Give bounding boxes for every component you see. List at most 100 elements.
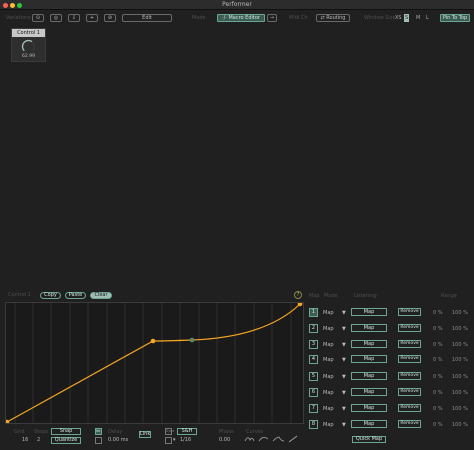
map-button[interactable]: Map xyxy=(351,420,387,428)
clear-button[interactable]: Clear xyxy=(90,292,112,299)
mapping-number-button[interactable]: 4 xyxy=(309,355,318,364)
range-max[interactable]: 100 % xyxy=(452,390,468,396)
rate-icon[interactable] xyxy=(165,437,172,444)
remove-button[interactable]: Remove xyxy=(398,372,421,380)
size-l-button[interactable]: L xyxy=(426,15,429,21)
rate-arrow-icon[interactable]: ▾ xyxy=(173,437,176,443)
curve-graph[interactable] xyxy=(5,302,304,424)
mapping-mode-select[interactable]: Map xyxy=(323,422,334,428)
delay-value[interactable]: 0.00 ms xyxy=(108,437,128,443)
mapping-number-button[interactable]: 7 xyxy=(309,404,318,413)
range-max[interactable]: 100 % xyxy=(452,406,468,412)
quantize-button[interactable]: Quantize xyxy=(51,437,81,444)
range-min[interactable]: 0 % xyxy=(433,406,443,412)
mode-expand-button[interactable]: → xyxy=(267,14,277,22)
mapping-mode-select[interactable]: Map xyxy=(323,390,334,396)
map-button[interactable]: Map xyxy=(351,308,387,316)
remove-button[interactable]: Remove xyxy=(398,404,421,412)
link-button[interactable]: Link xyxy=(139,431,151,438)
mapping-mode-select[interactable]: Map xyxy=(323,374,334,380)
sample-hold-button[interactable]: S&H xyxy=(177,428,197,435)
map-button[interactable]: Map xyxy=(351,324,387,332)
triangle-down-icon[interactable]: ▼ xyxy=(342,390,346,396)
rate-value[interactable]: 1/16 xyxy=(180,437,191,443)
variation-add-button[interactable]: + xyxy=(86,14,98,22)
triangle-down-icon[interactable]: ▼ xyxy=(342,310,346,316)
range-max[interactable]: 100 % xyxy=(452,422,468,428)
map-button[interactable]: Map xyxy=(351,388,387,396)
triangle-down-icon[interactable]: ▼ xyxy=(342,406,346,412)
quick-map-button[interactable]: Quick Map xyxy=(352,436,386,443)
triangle-down-icon[interactable]: ▼ xyxy=(342,422,346,428)
range-max[interactable]: 100 % xyxy=(452,357,468,363)
range-max[interactable]: 100 % xyxy=(452,310,468,316)
remove-button[interactable]: Remove xyxy=(398,340,421,348)
macro-editor-button[interactable]: ·/· Macro Editor xyxy=(217,14,265,22)
range-min[interactable]: 0 % xyxy=(433,357,443,363)
macro-value: 62.99 xyxy=(22,54,35,59)
range-min[interactable]: 0 % xyxy=(433,390,443,396)
mapping-number-button[interactable]: 3 xyxy=(309,340,318,349)
map-button[interactable]: Map xyxy=(351,355,387,363)
curve-handle[interactable] xyxy=(189,337,195,343)
range-max[interactable]: 100 % xyxy=(452,342,468,348)
triangle-down-icon[interactable]: ▼ xyxy=(342,342,346,348)
size-s-button[interactable]: S xyxy=(404,14,410,22)
mapping-mode-select[interactable]: Map xyxy=(323,326,334,332)
steps-value[interactable]: 2 xyxy=(37,437,40,443)
pin-to-top-button[interactable]: Pin To Top xyxy=(440,14,470,22)
mapping-mode-select[interactable]: Map xyxy=(323,357,334,363)
map-button[interactable]: Map xyxy=(351,372,387,380)
help-icon[interactable]: ? xyxy=(294,291,302,299)
edit-button[interactable]: Edit xyxy=(122,14,172,22)
mapping-number-button[interactable]: 1 xyxy=(309,308,318,317)
macro-control-1[interactable]: Control 1 62.99 xyxy=(11,28,46,62)
phase-value[interactable]: 0.00 xyxy=(219,437,230,443)
mapping-mode-select[interactable]: Map xyxy=(323,342,334,348)
range-min[interactable]: 0 % xyxy=(433,326,443,332)
range-min[interactable]: 0 % xyxy=(433,374,443,380)
map-button[interactable]: Map xyxy=(351,340,387,348)
range-max[interactable]: 100 % xyxy=(452,374,468,380)
curve-presets xyxy=(244,435,298,443)
size-xs-button[interactable]: XS xyxy=(395,15,402,21)
triangle-down-icon[interactable]: ▼ xyxy=(342,357,346,363)
variation-clear-button[interactable]: ⊘ xyxy=(104,14,116,22)
variation-snapshot-button[interactable]: ⊙ xyxy=(32,14,44,22)
range-min[interactable]: 0 % xyxy=(433,342,443,348)
paste-button[interactable]: Paste xyxy=(65,292,86,299)
mapping-number-button[interactable]: 8 xyxy=(309,420,318,429)
curve-graph-svg[interactable] xyxy=(6,303,303,423)
variation-recall-button[interactable]: ◎ xyxy=(50,14,62,22)
routing-button[interactable]: ⇄ Routing xyxy=(316,14,350,22)
remove-button[interactable]: Remove xyxy=(398,324,421,332)
mapping-row: 1 Map ▼ Map Remove 0 % 100 % xyxy=(309,308,469,317)
range-min[interactable]: 0 % xyxy=(433,422,443,428)
sync-label: Sync xyxy=(166,429,175,433)
variation-download-button[interactable]: ⇩ xyxy=(68,14,80,22)
macro-knob[interactable] xyxy=(12,38,45,54)
range-min[interactable]: 0 % xyxy=(433,310,443,316)
mapping-number-button[interactable]: 2 xyxy=(309,324,318,333)
mapping-number-button[interactable]: 6 xyxy=(309,388,318,397)
map-button[interactable]: Map xyxy=(351,404,387,412)
remove-button[interactable]: Remove xyxy=(398,388,421,396)
mapping-mode-select[interactable]: Map xyxy=(323,406,334,412)
remove-button[interactable]: Remove xyxy=(398,420,421,428)
copy-button[interactable]: Copy xyxy=(40,292,61,299)
curve-point-start[interactable] xyxy=(6,419,10,423)
snap-button[interactable]: Snap xyxy=(51,428,81,435)
curve-point-mid[interactable] xyxy=(150,338,156,344)
range-max[interactable]: 100 % xyxy=(452,326,468,332)
remove-button[interactable]: Remove xyxy=(398,355,421,363)
grid-value[interactable]: 16 xyxy=(22,437,28,443)
curve-icon[interactable] xyxy=(95,437,102,444)
triangle-down-icon[interactable]: ▼ xyxy=(342,326,346,332)
size-m-button[interactable]: M xyxy=(416,15,420,21)
remove-button[interactable]: Remove xyxy=(398,308,421,316)
mapping-row: 3 Map ▼ Map Remove 0 % 100 % xyxy=(309,340,469,349)
mapping-row: 5 Map ▼ Map Remove 0 % 100 % xyxy=(309,372,469,381)
mapping-number-button[interactable]: 5 xyxy=(309,372,318,381)
mapping-mode-select[interactable]: Map xyxy=(323,310,334,316)
triangle-down-icon[interactable]: ▼ xyxy=(342,374,346,380)
